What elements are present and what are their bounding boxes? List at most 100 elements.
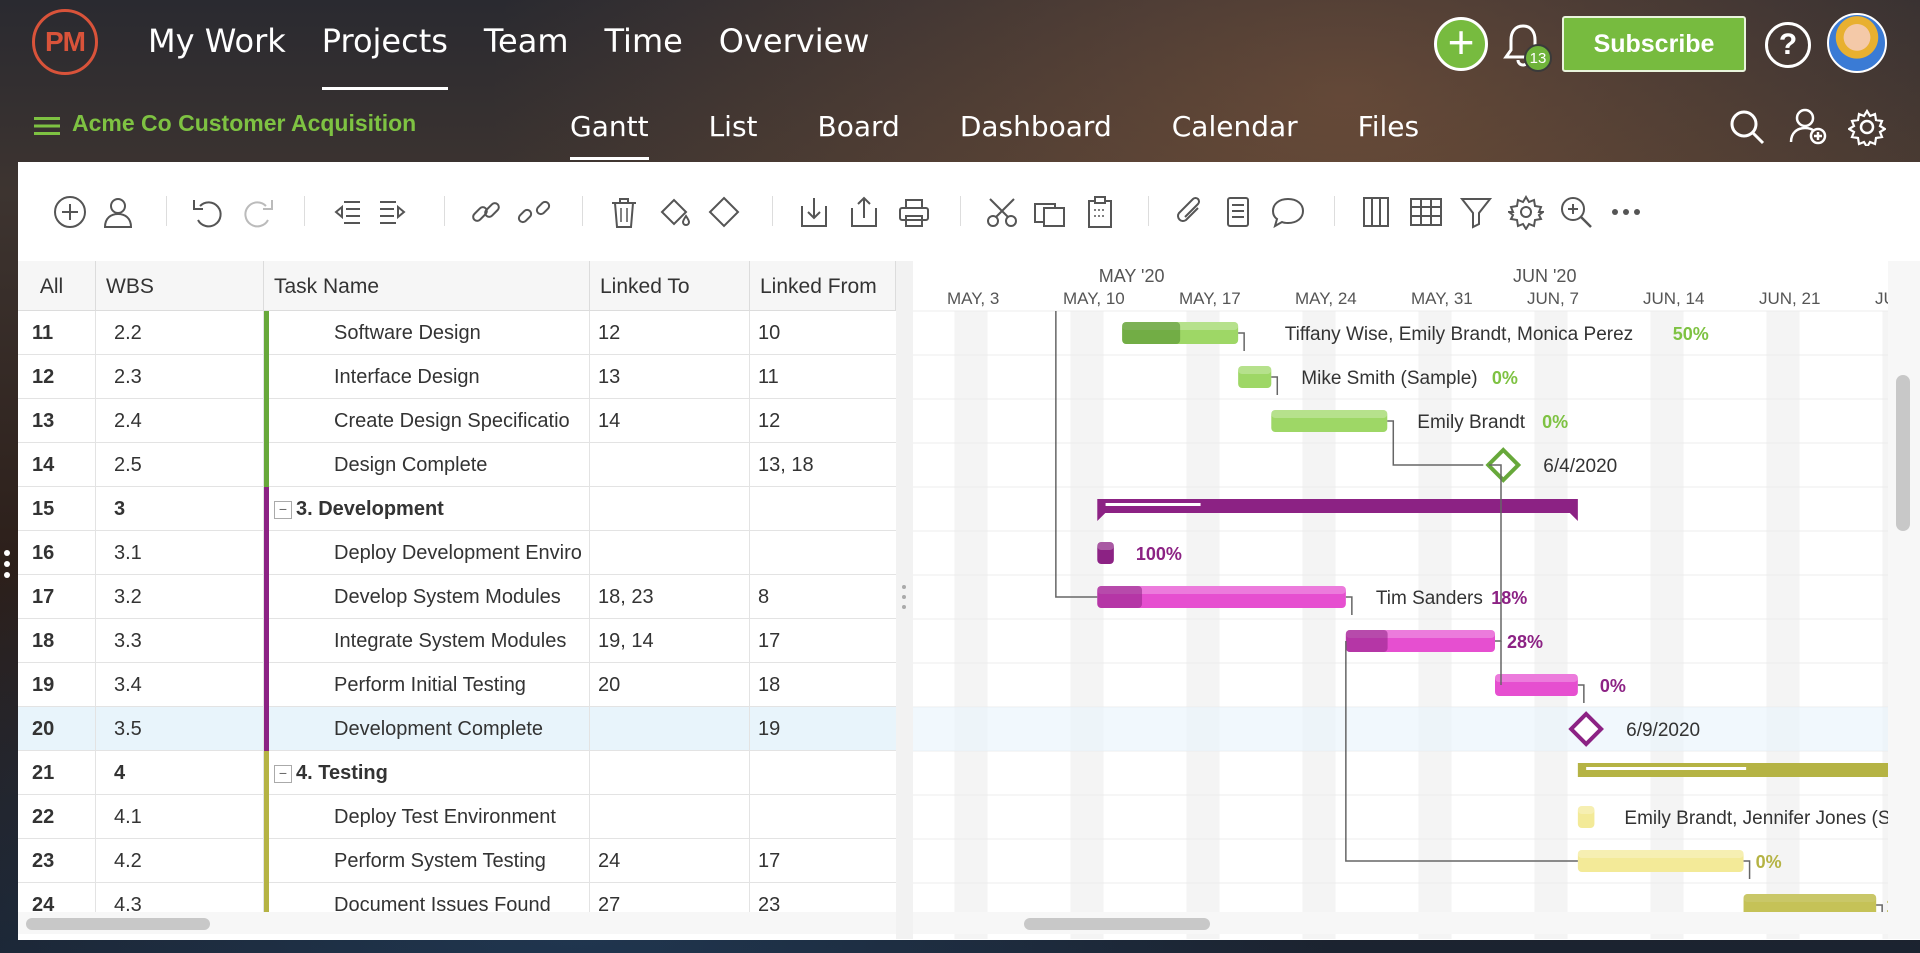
linked-to-cell[interactable] bbox=[590, 443, 750, 487]
undo-icon[interactable] bbox=[190, 194, 226, 230]
col-all[interactable]: All bbox=[18, 261, 96, 311]
import-icon[interactable] bbox=[796, 194, 832, 230]
row-id-cell[interactable]: 16 bbox=[18, 531, 96, 575]
wbs-cell[interactable]: 3.5 bbox=[96, 707, 264, 751]
table-row[interactable]: 14 2.5 Design Complete 13, 18 bbox=[18, 443, 896, 487]
add-task-icon[interactable] bbox=[52, 194, 88, 230]
row-id-cell[interactable]: 13 bbox=[18, 399, 96, 443]
subscribe-button[interactable]: Subscribe bbox=[1562, 16, 1746, 72]
cut-icon[interactable] bbox=[984, 194, 1020, 230]
paste-icon[interactable] bbox=[1082, 194, 1118, 230]
row-id-cell[interactable]: 17 bbox=[18, 575, 96, 619]
paint-bucket-icon[interactable] bbox=[656, 194, 692, 230]
tab-files[interactable]: Files bbox=[1328, 90, 1449, 162]
side-drag-handle-icon[interactable] bbox=[2, 548, 12, 582]
linked-to-cell[interactable] bbox=[590, 531, 750, 575]
linked-from-cell[interactable]: 10 bbox=[750, 311, 896, 355]
table-row[interactable]: 21 4 −4. Testing bbox=[18, 751, 896, 795]
redo-icon[interactable] bbox=[240, 194, 276, 230]
wbs-cell[interactable]: 3.4 bbox=[96, 663, 264, 707]
add-new-button[interactable]: + bbox=[1434, 17, 1488, 71]
nav-overview[interactable]: Overview bbox=[701, 0, 888, 90]
wbs-cell[interactable]: 3.2 bbox=[96, 575, 264, 619]
row-id-cell[interactable]: 11 bbox=[18, 311, 96, 355]
collapse-icon[interactable]: − bbox=[274, 500, 292, 519]
linked-to-cell[interactable] bbox=[590, 707, 750, 751]
task-name-cell[interactable]: Interface Design bbox=[264, 355, 590, 399]
vertical-scroll-thumb[interactable] bbox=[1896, 375, 1910, 531]
table-row[interactable]: 17 3.2 Develop System Modules 18, 23 8 bbox=[18, 575, 896, 619]
wbs-cell[interactable]: 4 bbox=[96, 751, 264, 795]
user-avatar[interactable] bbox=[1827, 13, 1887, 73]
linked-from-cell[interactable]: 17 bbox=[750, 619, 896, 663]
linked-to-cell[interactable]: 20 bbox=[590, 663, 750, 707]
add-user-icon[interactable] bbox=[1788, 106, 1828, 146]
task-name-cell[interactable]: Software Design bbox=[264, 311, 590, 355]
columns-icon[interactable] bbox=[1358, 194, 1394, 230]
linked-from-cell[interactable]: 8 bbox=[750, 575, 896, 619]
linked-to-cell[interactable]: 14 bbox=[590, 399, 750, 443]
col-linked-from[interactable]: Linked From bbox=[750, 261, 896, 311]
row-id-cell[interactable]: 20 bbox=[18, 707, 96, 751]
task-name-cell[interactable]: −3. Development bbox=[264, 487, 590, 531]
row-id-cell[interactable]: 19 bbox=[18, 663, 96, 707]
milestone-icon[interactable] bbox=[706, 194, 742, 230]
table-icon[interactable] bbox=[1408, 194, 1444, 230]
task-name-cell[interactable]: Integrate System Modules bbox=[264, 619, 590, 663]
outdent-icon[interactable] bbox=[328, 194, 364, 230]
drag-handle-icon[interactable] bbox=[901, 583, 907, 613]
linked-from-cell[interactable]: 13, 18 bbox=[750, 443, 896, 487]
wbs-cell[interactable]: 4.2 bbox=[96, 839, 264, 883]
linked-to-cell[interactable] bbox=[590, 751, 750, 795]
copy-icon[interactable] bbox=[1032, 194, 1068, 230]
indent-icon[interactable] bbox=[376, 194, 412, 230]
col-task-name[interactable]: Task Name bbox=[264, 261, 590, 311]
wbs-cell[interactable]: 3 bbox=[96, 487, 264, 531]
linked-from-cell[interactable] bbox=[750, 751, 896, 795]
task-name-cell[interactable]: Create Design Specificatio bbox=[264, 399, 590, 443]
linked-from-cell[interactable]: 18 bbox=[750, 663, 896, 707]
linked-from-cell[interactable]: 19 bbox=[750, 707, 896, 751]
row-id-cell[interactable]: 21 bbox=[18, 751, 96, 795]
linked-from-cell[interactable]: 17 bbox=[750, 839, 896, 883]
unlink-icon[interactable] bbox=[516, 194, 552, 230]
row-id-cell[interactable]: 18 bbox=[18, 619, 96, 663]
table-row[interactable]: 20 3.5 Development Complete 19 bbox=[18, 707, 896, 751]
comment-icon[interactable] bbox=[1270, 194, 1306, 230]
task-name-cell[interactable]: Development Complete bbox=[264, 707, 590, 751]
table-row[interactable]: 13 2.4 Create Design Specificatio 14 12 bbox=[18, 399, 896, 443]
wbs-cell[interactable]: 4.1 bbox=[96, 795, 264, 839]
col-linked-to[interactable]: Linked To bbox=[590, 261, 750, 311]
table-row[interactable]: 15 3 −3. Development bbox=[18, 487, 896, 531]
nav-time[interactable]: Time bbox=[586, 0, 700, 90]
linked-to-cell[interactable]: 19, 14 bbox=[590, 619, 750, 663]
table-row[interactable]: 12 2.3 Interface Design 13 11 bbox=[18, 355, 896, 399]
gantt-chart[interactable]: MAY '20 JUN '20 MAY, 3 MAY, 10 MAY, 17 MAY, 2… bbox=[913, 261, 1888, 939]
assign-user-icon[interactable] bbox=[100, 194, 136, 230]
task-name-cell[interactable]: Deploy Test Environment bbox=[264, 795, 590, 839]
gantt-scroll-thumb[interactable] bbox=[1024, 918, 1210, 930]
more-icon[interactable] bbox=[1608, 194, 1644, 230]
linked-from-cell[interactable] bbox=[750, 795, 896, 839]
print-icon[interactable] bbox=[896, 194, 932, 230]
task-name-cell[interactable]: Deploy Development Enviro bbox=[264, 531, 590, 575]
tab-board[interactable]: Board bbox=[788, 90, 930, 162]
row-id-cell[interactable]: 22 bbox=[18, 795, 96, 839]
nav-team[interactable]: Team bbox=[466, 0, 587, 90]
wbs-cell[interactable]: 2.4 bbox=[96, 399, 264, 443]
vertical-scrollbar[interactable] bbox=[1888, 261, 1920, 939]
linked-from-cell[interactable]: 11 bbox=[750, 355, 896, 399]
collapse-icon[interactable]: − bbox=[274, 764, 292, 783]
pm-logo[interactable]: PM bbox=[32, 9, 98, 75]
hamburger-menu-icon[interactable] bbox=[34, 117, 60, 135]
linked-from-cell[interactable]: 12 bbox=[750, 399, 896, 443]
wbs-cell[interactable]: 3.1 bbox=[96, 531, 264, 575]
task-name-cell[interactable]: Perform System Testing bbox=[264, 839, 590, 883]
search-icon[interactable] bbox=[1728, 108, 1766, 146]
tab-list[interactable]: List bbox=[679, 90, 788, 162]
gear-icon[interactable] bbox=[1848, 108, 1886, 146]
row-id-cell[interactable]: 12 bbox=[18, 355, 96, 399]
task-name-cell[interactable]: Design Complete bbox=[264, 443, 590, 487]
grid-scroll-thumb[interactable] bbox=[26, 918, 210, 930]
linked-to-cell[interactable]: 12 bbox=[590, 311, 750, 355]
